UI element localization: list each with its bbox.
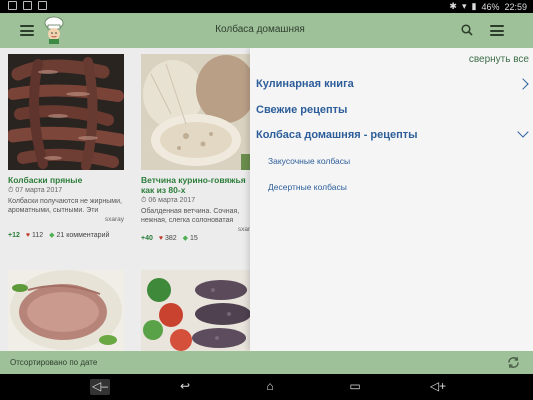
comments-count: 15 — [190, 235, 198, 242]
status-bar: ✱ ▾ ▮ 46% 22:59 — [0, 0, 533, 13]
comment-icon: ◆ — [182, 235, 189, 242]
heart-icon: ♥ — [25, 231, 31, 239]
recent-apps-icon[interactable]: ▭ — [345, 379, 365, 395]
chevron-right-icon[interactable] — [517, 78, 529, 90]
recipe-date-text: 07 марта 2017 — [15, 187, 63, 194]
main-content: Колбаски пряные ⏱ 07 марта 2017 Колбаски… — [0, 48, 533, 351]
drawer-subitem-dessert-sausages[interactable]: Десертные колбасы — [268, 182, 347, 192]
page-title: Колбаса домашняя — [215, 24, 305, 35]
volume-up-icon[interactable]: ◁+ — [428, 379, 448, 395]
recipe-title[interactable]: Ветчина курино-говяжья как из 80-х — [141, 175, 257, 195]
recipe-description: Колбаски получаются не жирными, ароматны… — [8, 198, 122, 214]
back-icon[interactable]: ↩ — [175, 379, 195, 395]
bluetooth-icon: ✱ — [449, 1, 457, 11]
recipe-card[interactable]: Ветчина курино-говяжья как из 80-х ⏱ 06 … — [141, 54, 257, 242]
android-nav-bar: ◁– ↩ ⌂ ▭ ◁+ — [0, 374, 533, 400]
drawer-item-fresh-recipes[interactable]: Свежие рецепты — [256, 104, 347, 116]
comments[interactable]: ◆ 15 — [183, 234, 198, 242]
android-screen: ✱ ▾ ▮ 46% 22:59 Колбаса домашняя Колбаск… — [0, 0, 533, 400]
recipe-photo-ham — [141, 54, 257, 170]
chef-logo-icon — [44, 16, 64, 44]
wifi-icon: ▾ — [461, 1, 467, 11]
recipe-photo-sausages — [8, 54, 124, 170]
download-icon — [38, 1, 47, 10]
overflow-menu-icon[interactable] — [490, 25, 504, 36]
image-notification-icon — [23, 1, 32, 10]
home-icon[interactable]: ⌂ — [260, 379, 280, 395]
recipe-title[interactable]: Колбаски пряные — [8, 175, 124, 185]
likes[interactable]: ♥ 112 — [26, 232, 43, 239]
chevron-down-icon[interactable] — [517, 126, 529, 138]
category-drawer: свернуть все Кулинарная книга Свежие рец… — [250, 48, 533, 351]
recipe-date: ⏱ 06 марта 2017 — [141, 197, 196, 204]
comments-count: 21 комментарий — [56, 232, 110, 239]
recipe-card[interactable]: Колбаски пряные ⏱ 07 марта 2017 Колбаски… — [8, 54, 124, 239]
notification-icon — [8, 1, 17, 10]
likes-count: 112 — [31, 231, 44, 239]
search-icon[interactable] — [461, 24, 473, 36]
volume-down-icon[interactable]: ◁– — [90, 379, 110, 395]
recipe-photo-blood-sausage — [141, 270, 257, 351]
refresh-icon[interactable] — [507, 356, 520, 369]
clock: 22:59 — [504, 1, 527, 12]
likes-count: 382 — [164, 234, 177, 242]
rating-count[interactable]: +12 — [8, 232, 20, 239]
app-toolbar: Колбаса домашняя — [0, 13, 533, 48]
collapse-all-link[interactable]: свернуть все — [469, 54, 529, 65]
recipe-author[interactable]: sxaray — [141, 226, 257, 233]
recipe-card[interactable] — [141, 270, 257, 351]
comment-icon: ◆ — [49, 232, 55, 239]
recipe-date-text: 06 марта 2017 — [148, 197, 196, 204]
recipe-date: ⏱ 07 марта 2017 — [8, 187, 63, 194]
recipe-author[interactable]: sxaray — [8, 216, 124, 223]
drawer-subitem-snack-sausages[interactable]: Закусочные колбасы — [268, 156, 350, 166]
likes[interactable]: ♥ 382 — [159, 235, 177, 242]
recipe-photo-boiled-pork — [8, 270, 124, 351]
heart-icon: ♥ — [158, 234, 164, 242]
sort-label[interactable]: Отсортировано по дате — [10, 358, 97, 367]
battery-icon: ▮ — [471, 1, 477, 11]
battery-percent: 46% — [481, 1, 500, 12]
comments[interactable]: ◆ 21 комментарий — [49, 231, 109, 239]
recipe-description: Обалденная ветчина. Сочная, нежная, слег… — [141, 208, 240, 224]
drawer-item-sausage-recipes[interactable]: Колбаса домашняя - рецепты — [256, 129, 418, 141]
menu-icon[interactable] — [20, 25, 34, 36]
sort-bar: Отсортировано по дате — [0, 351, 533, 374]
recipe-stats: +12 ♥ 112 ◆ 21 комментарий — [8, 231, 124, 240]
rating-count[interactable]: +40 — [141, 235, 153, 242]
recipe-card[interactable] — [8, 270, 124, 351]
recipe-stats: +40 ♥ 382 ◆ 15 — [141, 234, 257, 243]
drawer-item-cookbook[interactable]: Кулинарная книга — [256, 78, 354, 90]
